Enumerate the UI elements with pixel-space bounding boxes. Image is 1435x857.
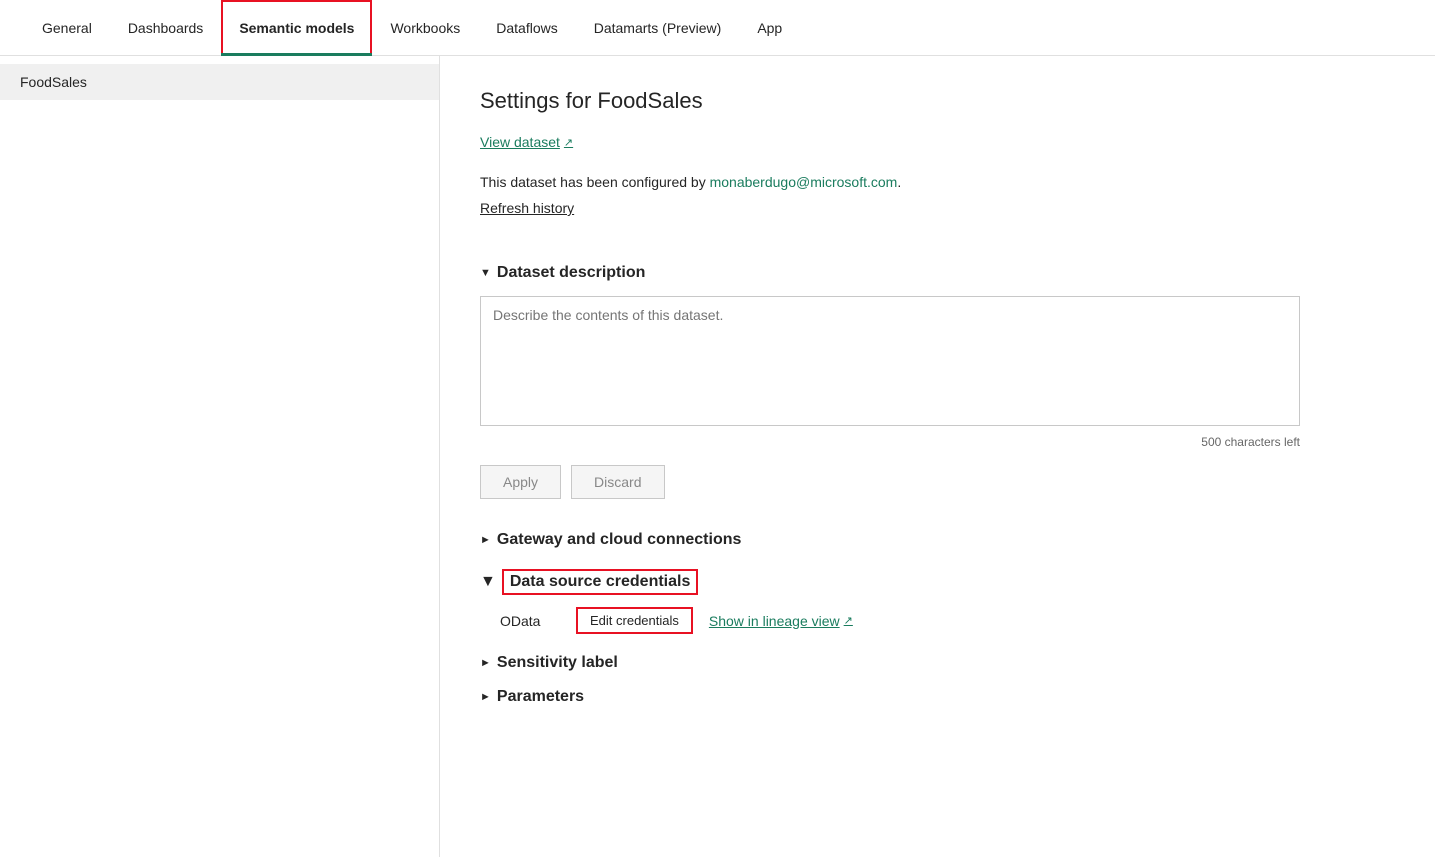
content-area: Settings for FoodSales View dataset ↗ Th… xyxy=(440,56,1435,857)
top-nav: General Dashboards Semantic models Workb… xyxy=(0,0,1435,56)
nav-item-general[interactable]: General xyxy=(24,0,110,56)
credentials-row: OData Edit credentials Show in lineage v… xyxy=(480,607,1395,634)
parameters-section: ► Parameters xyxy=(480,688,1395,706)
apply-discard-row: Apply Discard xyxy=(480,465,1395,499)
datasource-collapse-icon: ▼ xyxy=(480,573,496,591)
dataset-description-header[interactable]: ▼ Dataset description xyxy=(480,264,1395,282)
lineage-external-icon: ↗ xyxy=(844,614,853,627)
sidebar-item-foodsales[interactable]: FoodSales xyxy=(0,64,439,100)
nav-item-workbooks[interactable]: Workbooks xyxy=(372,0,478,56)
expand-triangle-icon: ► xyxy=(480,534,491,546)
collapse-triangle-icon: ▼ xyxy=(480,267,491,279)
nav-item-semantic-models[interactable]: Semantic models xyxy=(221,0,372,56)
odata-label: OData xyxy=(500,613,560,629)
nav-item-datamarts[interactable]: Datamarts (Preview) xyxy=(576,0,740,56)
sensitivity-section: ► Sensitivity label xyxy=(480,654,1395,672)
dataset-description-textarea[interactable] xyxy=(480,296,1300,426)
main-layout: FoodSales Settings for FoodSales View da… xyxy=(0,56,1435,857)
dataset-description-section: ▼ Dataset description 500 characters lef… xyxy=(480,264,1395,499)
nav-item-app[interactable]: App xyxy=(739,0,800,56)
parameters-expand-icon: ► xyxy=(480,691,491,703)
configured-by-text: This dataset has been configured by mona… xyxy=(480,174,1395,190)
datasource-section: ▼ Data source credentials OData Edit cre… xyxy=(480,569,1395,634)
page-title: Settings for FoodSales xyxy=(480,88,1395,114)
sidebar: FoodSales xyxy=(0,56,440,857)
datasource-header-box: Data source credentials xyxy=(502,569,699,595)
lineage-view-link[interactable]: Show in lineage view ↗ xyxy=(709,613,853,629)
gateway-section: ► Gateway and cloud connections xyxy=(480,531,1395,549)
apply-button[interactable]: Apply xyxy=(480,465,561,499)
refresh-history-link[interactable]: Refresh history xyxy=(480,200,574,216)
gateway-header[interactable]: ► Gateway and cloud connections xyxy=(480,531,1395,549)
char-count: 500 characters left xyxy=(480,435,1300,449)
sensitivity-header[interactable]: ► Sensitivity label xyxy=(480,654,1395,672)
sensitivity-expand-icon: ► xyxy=(480,657,491,669)
nav-item-dataflows[interactable]: Dataflows xyxy=(478,0,575,56)
parameters-header[interactable]: ► Parameters xyxy=(480,688,1395,706)
configured-by-email: monaberdugo@microsoft.com xyxy=(710,174,898,190)
discard-button[interactable]: Discard xyxy=(571,465,664,499)
nav-item-dashboards[interactable]: Dashboards xyxy=(110,0,222,56)
edit-credentials-button[interactable]: Edit credentials xyxy=(576,607,693,634)
datasource-credentials-header[interactable]: ▼ Data source credentials xyxy=(480,569,1395,595)
external-link-icon: ↗ xyxy=(564,136,573,149)
view-dataset-link[interactable]: View dataset ↗ xyxy=(480,134,573,150)
